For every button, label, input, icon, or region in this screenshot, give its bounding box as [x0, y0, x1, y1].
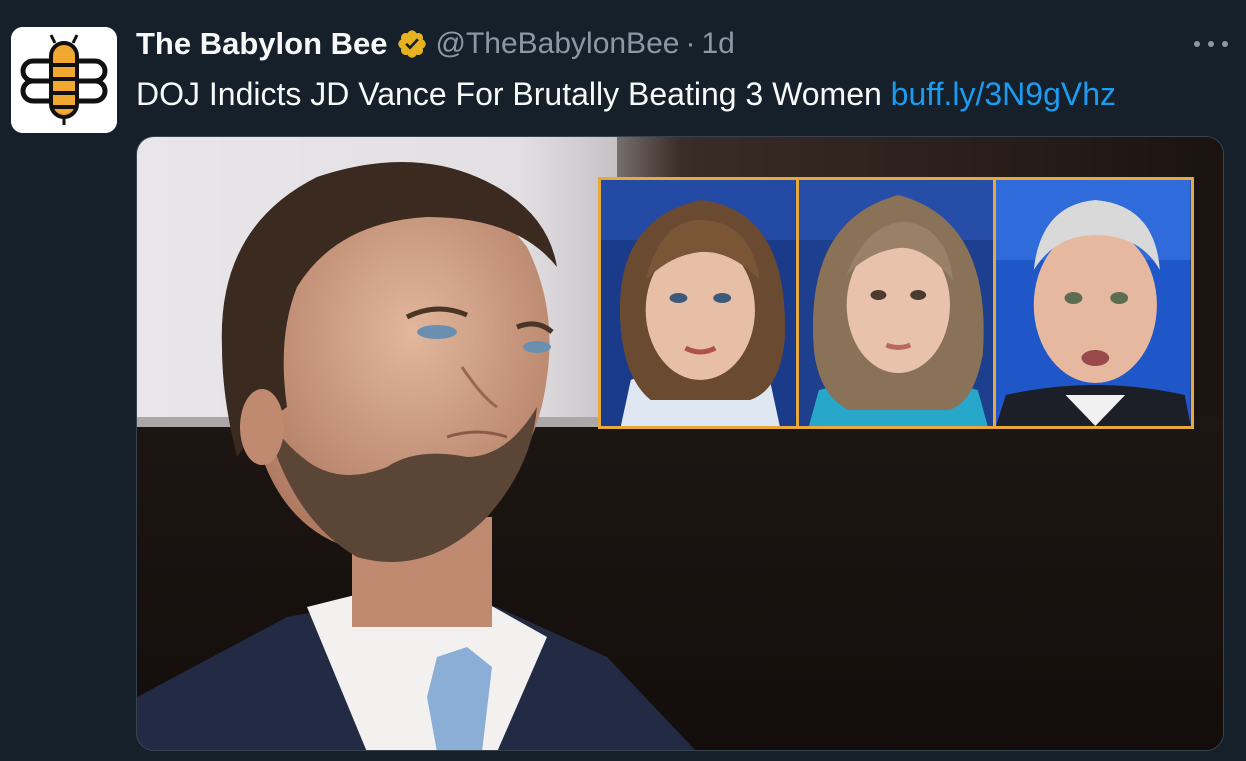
more-dot: [1194, 41, 1200, 47]
tweet-body: DOJ Indicts JD Vance For Brutally Beatin…: [136, 76, 891, 112]
anchor-portrait-2: [798, 180, 994, 426]
tweet[interactable]: The Babylon Bee @TheBabylonBee · 1d DOJ …: [0, 0, 1246, 761]
tweet-header: The Babylon Bee @TheBabylonBee · 1d: [136, 24, 735, 64]
more-dot: [1222, 41, 1228, 47]
news-anchor-inset: [598, 177, 1194, 429]
timestamp[interactable]: 1d: [701, 27, 734, 61]
anchor-portrait-3: [996, 180, 1192, 426]
inset-panel-3: [993, 180, 1192, 426]
more-options-icon[interactable]: [1194, 30, 1228, 58]
tweet-link[interactable]: buff.ly/3N9gVhz: [891, 76, 1116, 112]
inset-panel-2: [795, 180, 994, 426]
tweet-text: DOJ Indicts JD Vance For Brutally Beatin…: [136, 72, 1116, 116]
separator: ·: [685, 27, 696, 60]
handle[interactable]: @TheBabylonBee: [436, 27, 680, 61]
verified-badge-icon[interactable]: [396, 28, 428, 60]
bee-logo: [11, 27, 117, 133]
inset-panel-1: [601, 180, 796, 426]
avatar[interactable]: [11, 27, 117, 133]
display-name[interactable]: The Babylon Bee: [136, 26, 388, 62]
tweet-media-image[interactable]: [136, 136, 1224, 751]
more-dot: [1208, 41, 1214, 47]
anchor-portrait-1: [601, 180, 796, 426]
